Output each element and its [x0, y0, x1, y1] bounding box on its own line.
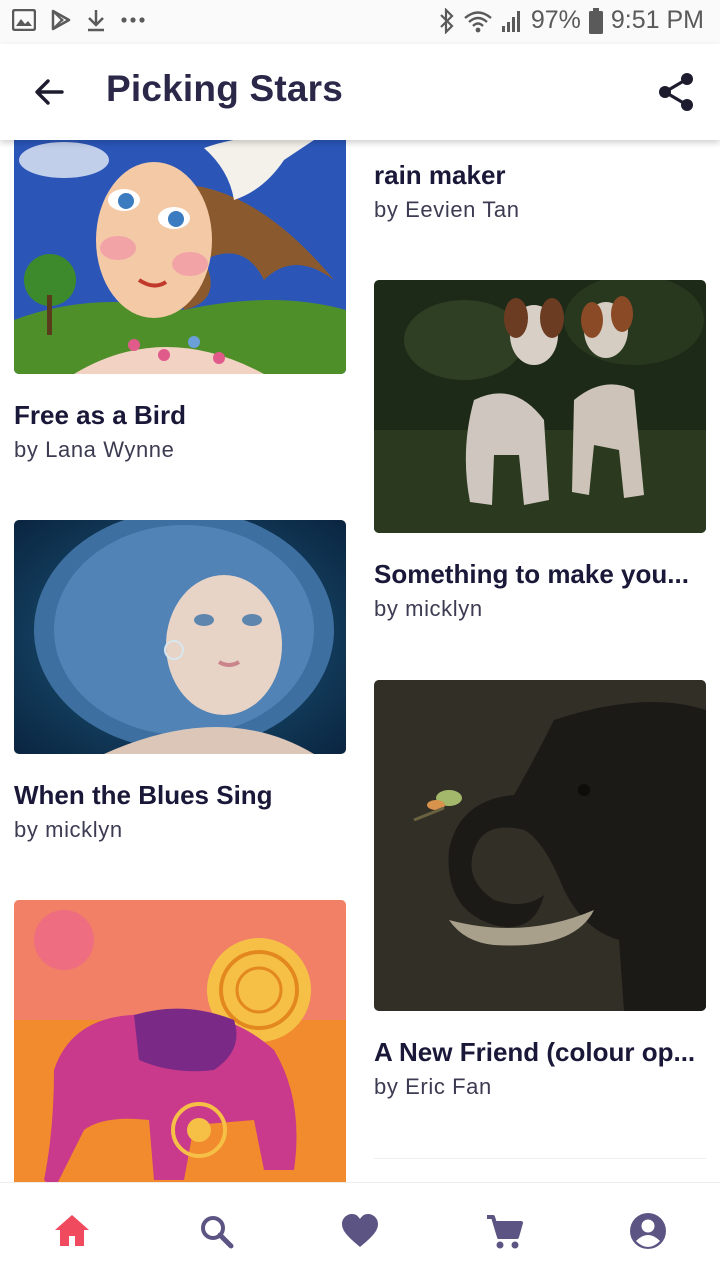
artwork-title[interactable]: rain maker — [374, 160, 506, 191]
artwork-grid[interactable]: Free as a Bird by Lana Wynne When the Bl… — [0, 140, 720, 1182]
share-icon — [659, 73, 693, 111]
artwork-artist[interactable]: by Eevien Tan — [374, 197, 520, 223]
artwork-artist[interactable]: by micklyn — [14, 817, 123, 843]
artwork-image-something-to-make-you[interactable] — [374, 280, 706, 533]
home-icon — [55, 1215, 89, 1246]
share-button[interactable] — [654, 70, 698, 114]
status-notifications — [12, 8, 146, 32]
back-button[interactable] — [28, 70, 72, 114]
artwork-title[interactable]: When the Blues Sing — [14, 780, 273, 811]
gallery-icon — [12, 9, 36, 31]
nav-home[interactable] — [50, 1209, 94, 1253]
artwork-image-a-new-friend[interactable] — [374, 680, 706, 1011]
download-icon — [86, 8, 106, 32]
bluetooth-icon — [439, 7, 455, 34]
artwork-image-pink-elephant[interactable] — [14, 900, 346, 1182]
nav-favorites[interactable] — [338, 1209, 382, 1253]
battery-percent: 97% — [530, 6, 581, 34]
more-notifications-icon — [120, 16, 146, 24]
divider — [374, 1158, 706, 1159]
cart-icon — [487, 1215, 523, 1249]
artwork-image-free-as-a-bird[interactable] — [14, 140, 346, 374]
search-icon — [201, 1216, 234, 1249]
app-bar: Picking Stars — [0, 44, 720, 140]
nav-search[interactable] — [194, 1209, 238, 1253]
status-system: 97% 9:51 PM — [439, 6, 704, 35]
battery-icon — [588, 7, 603, 34]
play-store-icon — [50, 9, 72, 31]
artwork-artist[interactable]: by Lana Wynne — [14, 437, 174, 463]
artwork-title[interactable]: Something to make you... — [374, 559, 689, 590]
artwork-artist[interactable]: by Eric Fan — [374, 1074, 492, 1100]
artwork-title[interactable]: A New Friend (colour op... — [374, 1037, 695, 1068]
clock: 9:51 PM — [610, 6, 704, 34]
signal-icon — [501, 9, 523, 33]
arrow-left-icon — [35, 79, 64, 105]
bottom-navigation — [0, 1182, 720, 1280]
nav-account[interactable] — [626, 1209, 670, 1253]
page-title: Picking Stars — [106, 68, 344, 109]
account-icon — [630, 1213, 666, 1249]
heart-icon — [342, 1214, 378, 1247]
nav-cart[interactable] — [482, 1209, 526, 1253]
status-bar: 97% 9:51 PM — [0, 0, 720, 44]
wifi-icon — [463, 9, 493, 33]
artwork-image-when-the-blues-sing[interactable] — [14, 520, 346, 754]
artwork-artist[interactable]: by micklyn — [374, 596, 483, 622]
artwork-title[interactable]: Free as a Bird — [14, 400, 186, 431]
